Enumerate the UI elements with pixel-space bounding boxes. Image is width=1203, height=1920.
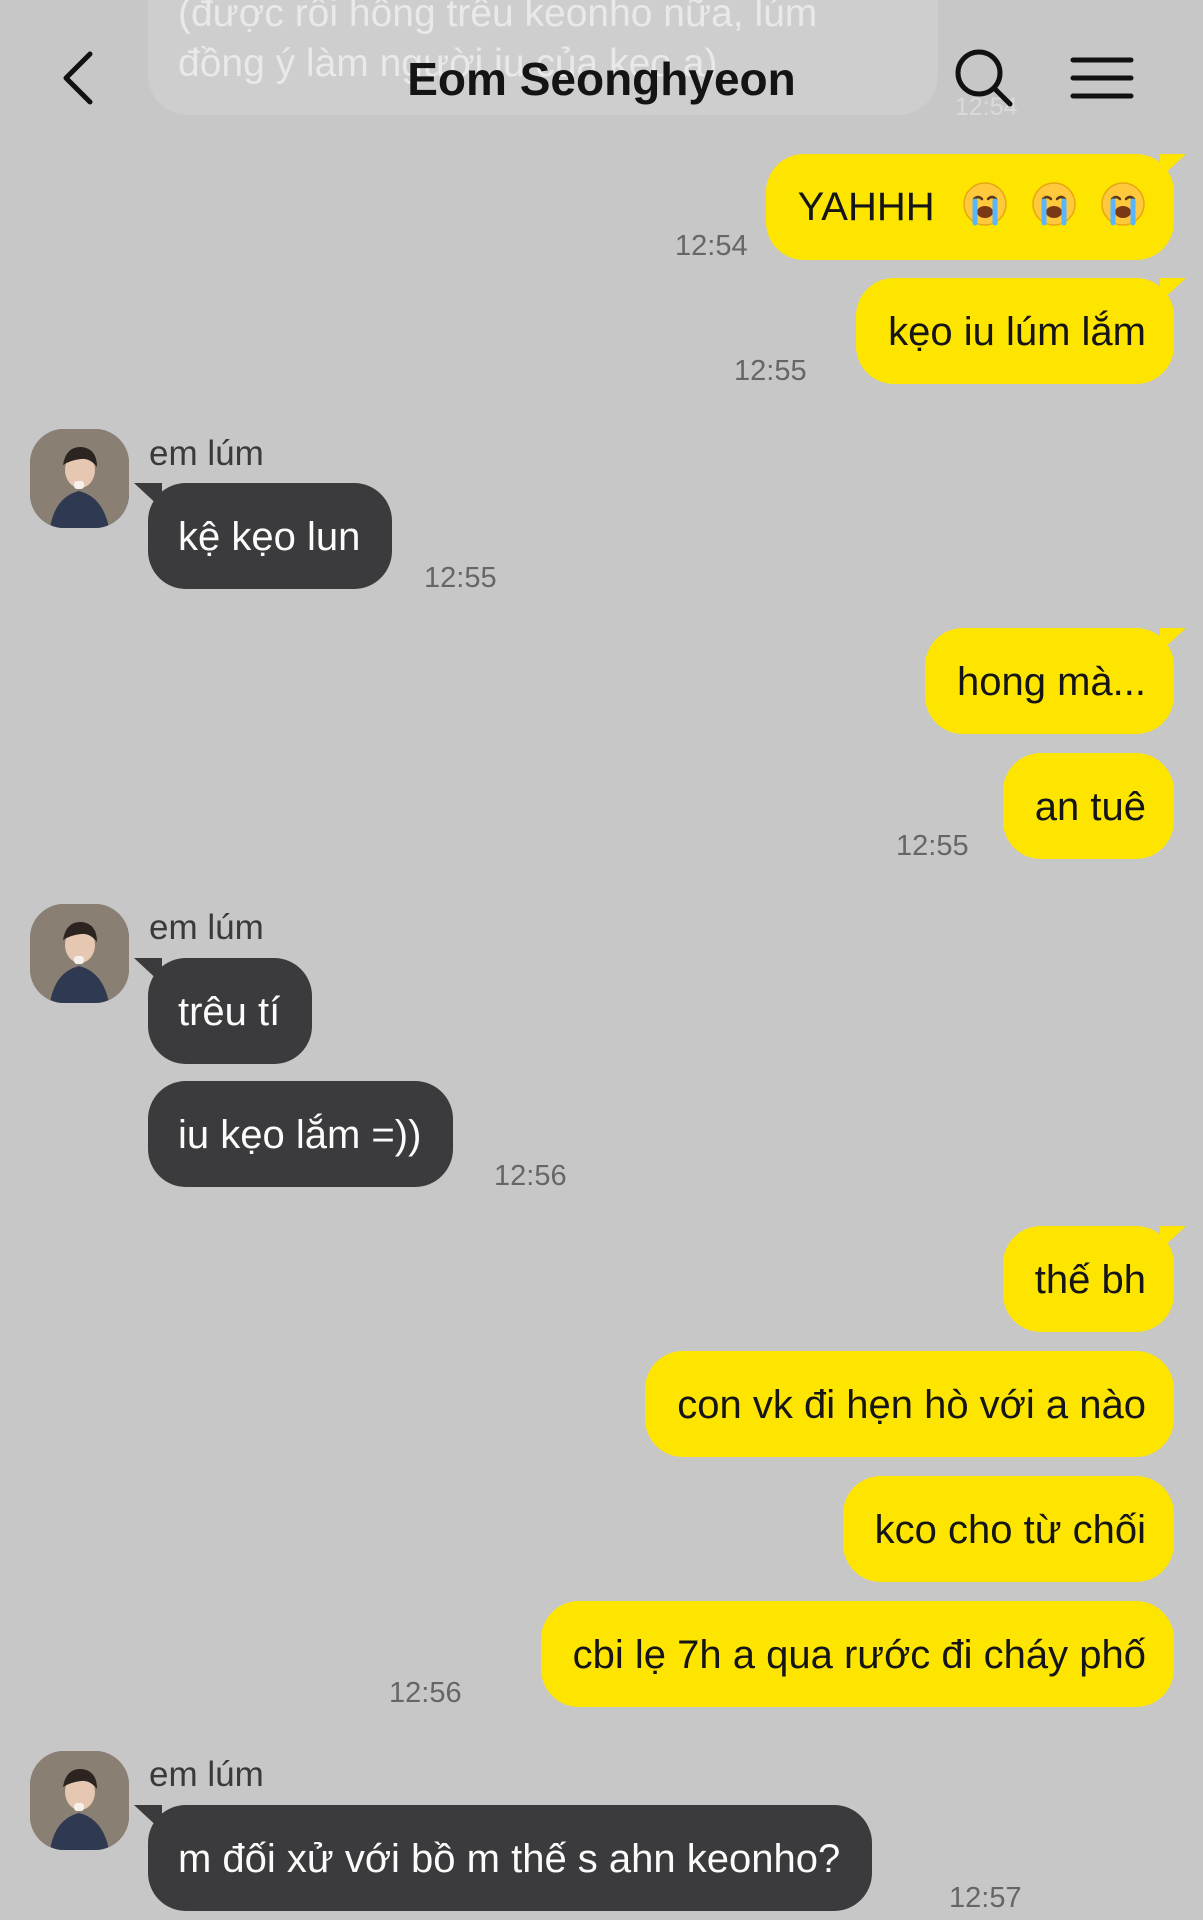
outgoing-message[interactable]: YAHHH bbox=[765, 154, 1187, 260]
sender-name: em lúm bbox=[149, 434, 264, 473]
outgoing-message[interactable]: kco cho từ chối bbox=[842, 1476, 1174, 1582]
outgoing-message[interactable]: thế bh bbox=[1002, 1226, 1187, 1332]
profile-photo bbox=[30, 1751, 129, 1850]
message-time: 12:56 bbox=[389, 1677, 462, 1709]
message-text: YAHHH bbox=[797, 185, 935, 229]
crying-face-icon bbox=[962, 181, 1008, 227]
incoming-message[interactable]: trêu tí bbox=[133, 958, 313, 1064]
menu-button[interactable] bbox=[1065, 42, 1137, 114]
avatar[interactable] bbox=[30, 904, 129, 1003]
message-time: 12:57 bbox=[949, 1882, 1022, 1914]
incoming-message[interactable]: kệ kẹo lun bbox=[133, 483, 393, 589]
sender-name: em lúm bbox=[149, 908, 264, 947]
message-text: con vk đi hẹn hò với a nào bbox=[677, 1383, 1146, 1427]
outgoing-message[interactable]: hong mà... bbox=[924, 628, 1187, 734]
search-icon bbox=[955, 49, 1013, 107]
search-button[interactable] bbox=[948, 42, 1020, 114]
outgoing-message[interactable]: kẹo iu lúm lắm bbox=[856, 278, 1186, 384]
outgoing-message[interactable]: cbi lẹ 7h a qua rước đi cháy phố bbox=[540, 1601, 1174, 1707]
outgoing-message[interactable]: an tuê bbox=[1002, 753, 1174, 859]
sender-name: em lúm bbox=[149, 1755, 264, 1794]
crying-face-icon bbox=[1031, 181, 1077, 227]
message-text: an tuê bbox=[1034, 785, 1146, 829]
profile-photo bbox=[30, 429, 129, 528]
chat-title: Eom Seonghyeon bbox=[407, 53, 796, 105]
hamburger-menu-icon bbox=[1070, 57, 1134, 99]
outgoing-message[interactable]: con vk đi hẹn hò với a nào bbox=[645, 1351, 1174, 1457]
profile-photo bbox=[30, 904, 129, 1003]
message-time: 12:55 bbox=[896, 830, 969, 862]
message-time: 12:55 bbox=[424, 562, 497, 594]
incoming-message[interactable]: m đối xử với bồ m thế s ahn keonho? bbox=[133, 1805, 873, 1911]
message-time: 12:56 bbox=[494, 1160, 567, 1192]
message-text: m đối xử với bồ m thế s ahn keonho? bbox=[178, 1837, 841, 1881]
message-time: 12:55 bbox=[734, 355, 807, 387]
crying-face-icon bbox=[1100, 181, 1146, 227]
message-time: 12:54 bbox=[675, 230, 748, 262]
avatar[interactable] bbox=[30, 429, 129, 528]
message-text: kẹo iu lúm lắm bbox=[888, 310, 1146, 354]
incoming-message[interactable]: iu kẹo lắm =)) bbox=[148, 1081, 454, 1187]
message-text: cbi lẹ 7h a qua rước đi cháy phố bbox=[572, 1633, 1146, 1677]
avatar[interactable] bbox=[30, 1751, 129, 1850]
chat-header: (được rồi hông trêu keonho nữa, lúm đồng… bbox=[0, 0, 1203, 150]
message-text: iu kẹo lắm =)) bbox=[178, 1113, 422, 1157]
message-text: thế bh bbox=[1034, 1258, 1146, 1302]
message-text: trêu tí bbox=[178, 990, 281, 1034]
message-text: kệ kẹo lun bbox=[178, 515, 361, 559]
message-text: kco cho từ chối bbox=[874, 1508, 1146, 1552]
message-text: hong mà... bbox=[956, 660, 1146, 704]
